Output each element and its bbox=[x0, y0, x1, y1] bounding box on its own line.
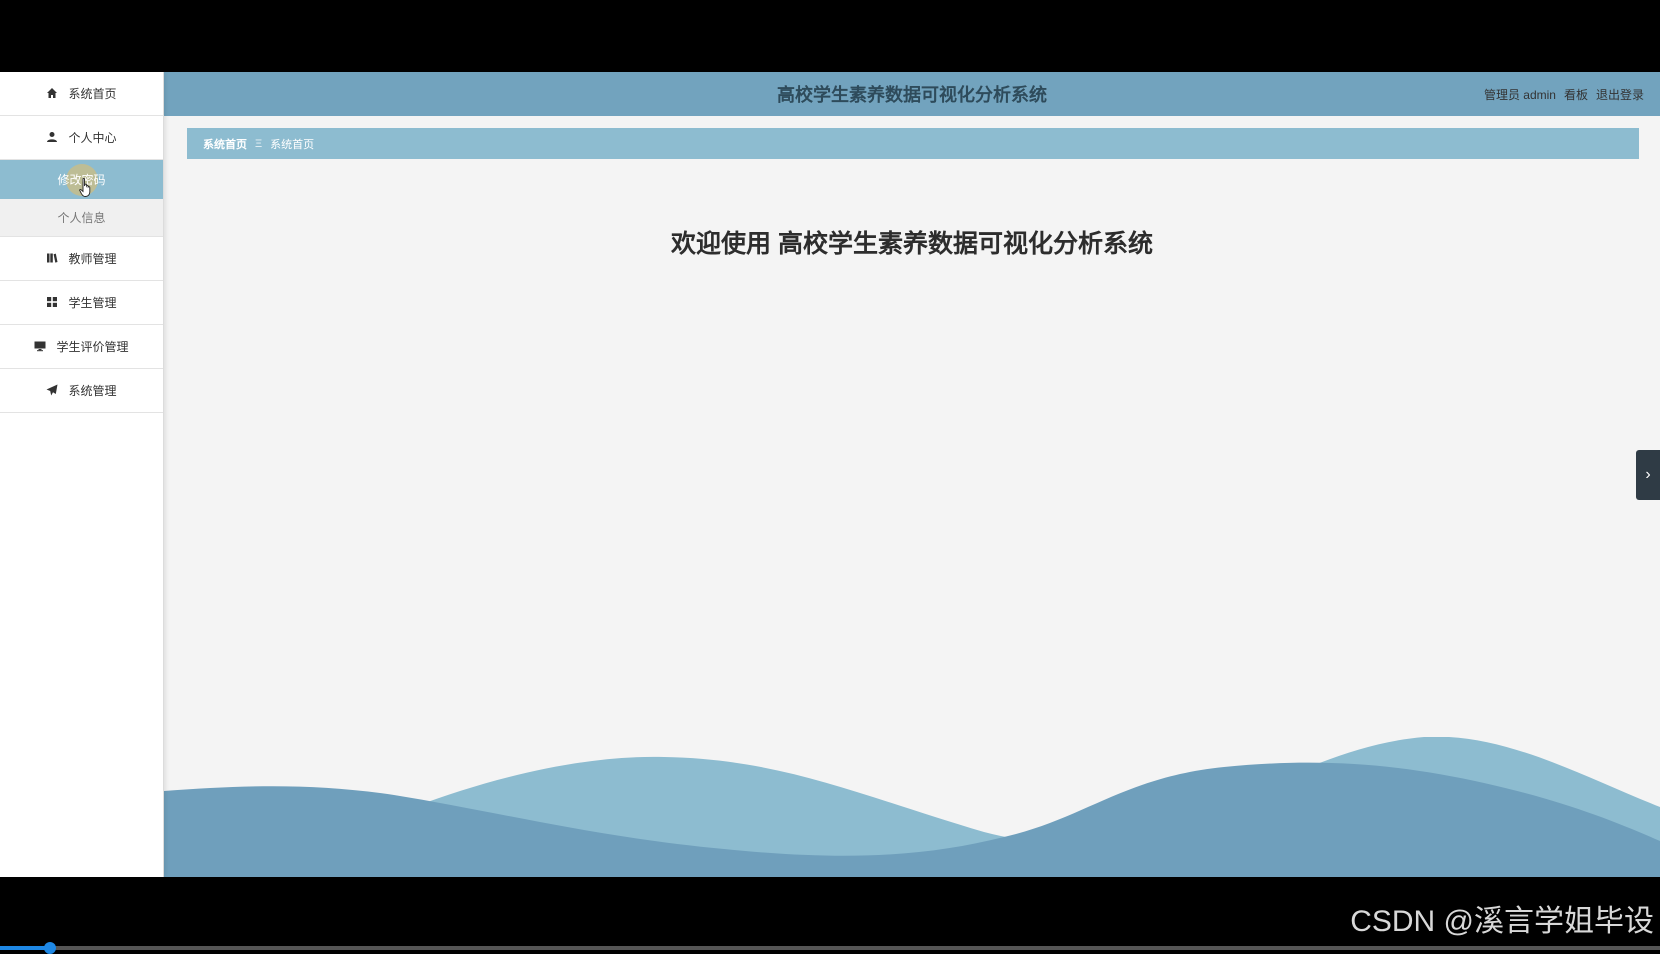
send-icon bbox=[46, 384, 60, 398]
monitor-icon bbox=[34, 340, 48, 354]
sidebar-item-system-management[interactable]: 系统管理 bbox=[0, 369, 163, 413]
home-icon bbox=[46, 87, 60, 101]
decorative-waves bbox=[164, 737, 1660, 877]
sidebar-item-student-management[interactable]: 学生管理 bbox=[0, 281, 163, 325]
hand-cursor-icon bbox=[79, 178, 91, 197]
sidebar-subitem-personal-info[interactable]: 个人信息 bbox=[0, 199, 163, 237]
book-icon bbox=[46, 252, 60, 266]
admin-user-label: 管理员 admin bbox=[1483, 88, 1556, 102]
expand-panel-tab[interactable]: › bbox=[1636, 450, 1660, 500]
sidebar-item-label: 学生管理 bbox=[68, 296, 117, 310]
sidebar-item-student-evaluation[interactable]: 学生评价管理 bbox=[0, 325, 163, 369]
breadcrumb: 系统首页 Ξ 系统首页 bbox=[187, 128, 1639, 159]
header-actions: 管理员 admin 看板 退出登录 bbox=[1484, 86, 1644, 103]
sidebar-item-label: 教师管理 bbox=[68, 252, 117, 266]
sidebar-item-change-password[interactable]: 修改密码 bbox=[0, 160, 163, 199]
progress-fill bbox=[0, 946, 50, 950]
header-bar: 高校学生素养数据可视化分析系统 管理员 admin 看板 退出登录 bbox=[164, 72, 1660, 116]
sidebar-item-label: 系统首页 bbox=[68, 87, 117, 101]
logout-link[interactable]: 退出登录 bbox=[1596, 86, 1644, 103]
breadcrumb-home[interactable]: 系统首页 bbox=[203, 136, 247, 152]
chevron-right-icon: › bbox=[1645, 466, 1651, 483]
sidebar-item-home[interactable]: 系统首页 bbox=[0, 72, 163, 116]
sidebar-item-label: 个人中心 bbox=[68, 131, 117, 145]
sidebar: 系统首页 个人中心 修改密码 个人信息 教师管理 学生管理 学生评价管理 系统管… bbox=[0, 72, 164, 877]
grid-icon bbox=[46, 296, 60, 310]
app-window: 系统首页 个人中心 修改密码 个人信息 教师管理 学生管理 学生评价管理 系统管… bbox=[0, 72, 1660, 877]
breadcrumb-current: 系统首页 bbox=[270, 138, 315, 151]
board-link[interactable]: 看板 bbox=[1564, 86, 1588, 103]
progress-knob[interactable] bbox=[43, 942, 56, 954]
video-progress-bar[interactable] bbox=[0, 942, 1660, 954]
breadcrumb-separator: Ξ bbox=[255, 137, 263, 150]
sidebar-item-personal-center[interactable]: 个人中心 bbox=[0, 116, 163, 160]
sidebar-item-label: 学生评价管理 bbox=[56, 340, 129, 354]
app-title: 高校学生素养数据可视化分析系统 bbox=[777, 85, 1047, 105]
watermark: CSDN @溪言学姐毕设 bbox=[1350, 905, 1654, 938]
sidebar-item-teacher-management[interactable]: 教师管理 bbox=[0, 237, 163, 281]
welcome-heading: 欢迎使用 高校学生素养数据可视化分析系统 bbox=[671, 230, 1153, 258]
user-icon bbox=[46, 131, 60, 145]
sidebar-item-label: 系统管理 bbox=[68, 384, 117, 398]
sidebar-item-label: 个人信息 bbox=[57, 211, 106, 225]
